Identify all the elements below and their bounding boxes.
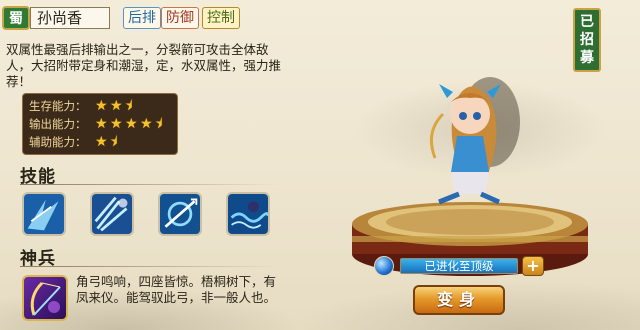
star-icon: ★ xyxy=(95,134,108,150)
stat-label: 生存能力： xyxy=(29,99,87,113)
star-rating: ★ ★ ⯨ xyxy=(95,99,139,113)
star-icon: ★ xyxy=(110,98,123,114)
half-star-icon: ⯨ xyxy=(155,116,163,132)
evolve-plus-button[interactable]: + xyxy=(522,256,544,276)
transform-button[interactable]: 变身 xyxy=(413,285,505,315)
star-icon: ★ xyxy=(110,116,123,132)
section-divider xyxy=(20,184,280,185)
stat-label: 输出能力： xyxy=(29,117,87,131)
evolution-track: 已进化至顶级 xyxy=(400,258,518,274)
evolution-bar: 已进化至顶级 + xyxy=(374,256,544,276)
hero-name: 孙尚香 xyxy=(30,7,110,29)
star-icon: ★ xyxy=(140,116,153,132)
stat-label: 辅助能力： xyxy=(29,135,87,149)
weapon-description: 角弓鸣响，四座皆惊。梧桐树下，有凤来仪。能驾驭此弓，非一般人也。 xyxy=(76,274,277,305)
spin-arrow-skill-icon[interactable] xyxy=(158,192,202,236)
water-wave-skill-icon[interactable] xyxy=(226,192,270,236)
section-divider xyxy=(20,266,280,267)
star-rating: ★ ⯨ xyxy=(95,135,124,149)
stat-support: 辅助能力： ★ ⯨ xyxy=(29,133,171,151)
arrow-burst-skill-icon[interactable] xyxy=(90,192,134,236)
evolution-label: 已进化至顶级 xyxy=(424,259,494,273)
half-star-icon: ⯨ xyxy=(110,134,118,150)
stats-panel: 生存能力： ★ ★ ⯨ 输出能力： ★ ★ ★ ★ ⯨ 辅助能力： ★ ⯨ xyxy=(22,93,178,155)
star-icon: ★ xyxy=(125,116,138,132)
hero-description: 双属性最强后排输出之一，分裂箭可攻击全体敌人，大招附带定身和潮湿，定，水双属性，… xyxy=(6,42,282,89)
divine-bow-icon[interactable] xyxy=(22,275,68,321)
stat-survival: 生存能力： ★ ★ ⯨ xyxy=(29,97,171,115)
faction-badge: 蜀 xyxy=(2,6,30,30)
star-icon: ★ xyxy=(95,116,108,132)
tag-control: 控制 xyxy=(202,7,240,29)
hero-character-art[interactable] xyxy=(395,62,545,212)
tag-back-row: 后排 xyxy=(123,7,161,29)
ice-shard-skill-icon[interactable] xyxy=(22,192,66,236)
half-star-icon: ⯨ xyxy=(125,98,133,114)
hero-detail-screen: 蜀 孙尚香 后排 防御 控制 双属性最强后排输出之一，分裂箭可攻击全体敌人，大招… xyxy=(0,0,640,330)
tag-defense: 防御 xyxy=(161,7,199,29)
star-icon: ★ xyxy=(95,98,108,114)
star-rating: ★ ★ ★ ★ ⯨ xyxy=(95,117,169,131)
evolution-orb-icon xyxy=(374,256,394,276)
stat-output: 输出能力： ★ ★ ★ ★ ⯨ xyxy=(29,115,171,133)
recruited-badge: 已招募 xyxy=(573,8,601,72)
